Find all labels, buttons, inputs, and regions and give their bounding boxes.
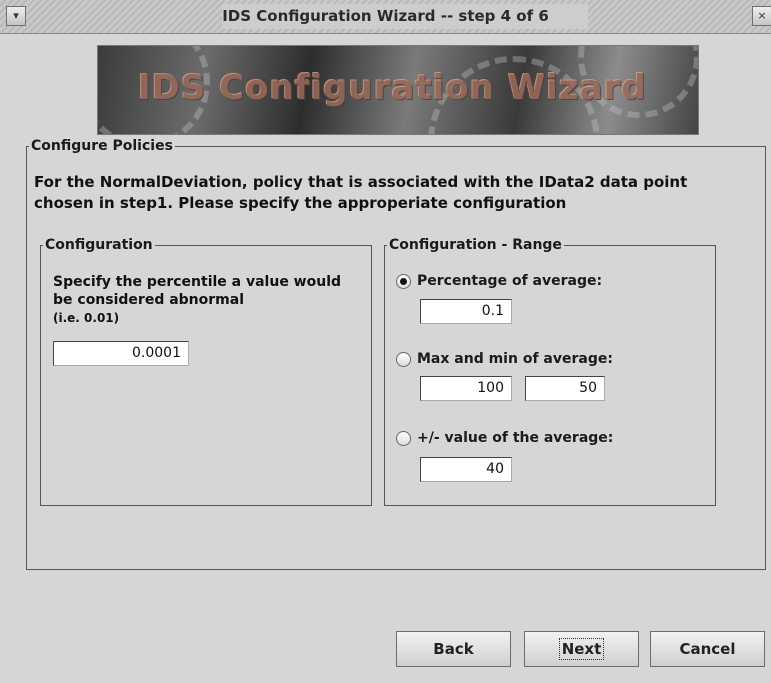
chevron-down-icon[interactable]: ▾ xyxy=(6,6,26,26)
max-min-of-average-option[interactable]: Max and min of average: xyxy=(396,349,613,369)
max-of-average-input[interactable]: 100 xyxy=(420,376,512,401)
plus-minus-value-input[interactable]: 40 xyxy=(420,457,512,482)
configure-policies-legend: Configure Policies xyxy=(31,138,173,154)
cancel-button[interactable]: Cancel xyxy=(650,631,765,667)
percentile-input[interactable]: 0.0001 xyxy=(53,341,189,366)
wizard-banner: IDS Configuration Wizard xyxy=(97,45,699,135)
max-min-of-average-label: Max and min of average: xyxy=(417,351,613,367)
plus-minus-value-option[interactable]: +/- value of the average: xyxy=(396,428,613,448)
percentage-of-average-label: Percentage of average: xyxy=(417,273,603,289)
next-button[interactable]: Next xyxy=(524,631,639,667)
window-title: IDS Configuration Wizard -- step 4 of 6 xyxy=(222,7,549,25)
percentage-of-average-input[interactable]: 0.1 xyxy=(420,299,512,324)
percentage-of-average-option[interactable]: Percentage of average: xyxy=(396,271,602,291)
configuration-instruction: Specify the percentile a value would be … xyxy=(53,274,342,308)
configuration-legend: Configuration xyxy=(45,237,153,253)
banner-logo-text: IDS Configuration Wizard xyxy=(138,68,647,108)
radio-unselected-icon[interactable] xyxy=(396,351,411,367)
title-bar: IDS Configuration Wizard -- step 4 of 6 … xyxy=(0,0,771,34)
radio-unselected-icon[interactable] xyxy=(396,430,411,446)
policy-description: For the NormalDeviation, policy that is … xyxy=(34,173,688,212)
radio-selected-icon[interactable] xyxy=(396,273,411,289)
configuration-instruction-block: Specify the percentile a value would be … xyxy=(53,273,353,327)
back-button[interactable]: Back xyxy=(396,631,511,667)
plus-minus-value-label: +/- value of the average: xyxy=(417,430,614,446)
close-icon[interactable]: × xyxy=(752,6,771,26)
configuration-range-legend: Configuration - Range xyxy=(389,237,562,253)
next-button-label: Next xyxy=(558,638,605,660)
configuration-example: (i.e. 0.01) xyxy=(53,311,120,325)
min-of-average-input[interactable]: 50 xyxy=(525,376,605,401)
